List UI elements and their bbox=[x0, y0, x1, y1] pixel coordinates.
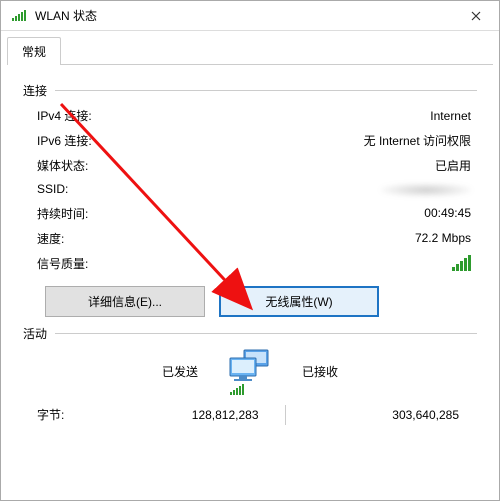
button-row: 详细信息(E)... 无线属性(W) bbox=[45, 286, 477, 317]
group-title-connection: 连接 bbox=[23, 82, 55, 99]
row-bytes: 字节: 128,812,283 303,640,285 bbox=[37, 405, 463, 425]
label-ipv4: IPv4 连接: bbox=[37, 107, 157, 124]
divider bbox=[55, 333, 477, 334]
row-media: 媒体状态: 已启用 bbox=[37, 157, 477, 174]
signal-icon bbox=[7, 10, 31, 21]
tabstrip: 常规 bbox=[7, 35, 493, 65]
label-duration: 持续时间: bbox=[37, 205, 157, 222]
value-signal bbox=[157, 255, 477, 271]
value-ipv6: 无 Internet 访问权限 bbox=[157, 132, 477, 149]
wlan-status-window: WLAN 状态 常规 连接 IPv4 连接: Internet IPv6 连接:… bbox=[0, 0, 500, 501]
value-media: 已启用 bbox=[157, 157, 477, 174]
row-speed: 速度: 72.2 Mbps bbox=[37, 230, 477, 247]
label-media: 媒体状态: bbox=[37, 157, 157, 174]
group-connection: 连接 IPv4 连接: Internet IPv6 连接: 无 Internet… bbox=[23, 82, 477, 317]
value-duration: 00:49:45 bbox=[157, 206, 477, 220]
label-ssid: SSID: bbox=[37, 182, 157, 196]
label-bytes: 字节: bbox=[37, 406, 107, 423]
details-button[interactable]: 详细信息(E)... bbox=[45, 286, 205, 317]
activity-header: 已发送 已接收 bbox=[37, 348, 463, 395]
row-duration: 持续时间: 00:49:45 bbox=[37, 205, 477, 222]
value-bytes-recv: 303,640,285 bbox=[286, 408, 464, 422]
content-area: 连接 IPv4 连接: Internet IPv6 连接: 无 Internet… bbox=[1, 64, 499, 500]
row-ipv6: IPv6 连接: 无 Internet 访问权限 bbox=[37, 132, 477, 149]
ssid-blur bbox=[381, 183, 471, 197]
value-ssid bbox=[157, 182, 477, 197]
row-signal: 信号质量: bbox=[37, 255, 477, 272]
divider bbox=[55, 90, 477, 91]
group-title-activity: 活动 bbox=[23, 325, 55, 342]
row-ipv4: IPv4 连接: Internet bbox=[37, 107, 477, 124]
row-ssid: SSID: bbox=[37, 182, 477, 197]
label-signal: 信号质量: bbox=[37, 255, 157, 272]
network-icon bbox=[218, 348, 282, 395]
signal-bars-icon bbox=[452, 255, 471, 271]
close-button[interactable] bbox=[453, 1, 499, 30]
value-ipv4: Internet bbox=[157, 109, 477, 123]
label-speed: 速度: bbox=[37, 230, 157, 247]
close-icon bbox=[471, 11, 481, 21]
value-bytes-sent: 128,812,283 bbox=[107, 408, 285, 422]
label-received: 已接收 bbox=[282, 363, 463, 380]
titlebar: WLAN 状态 bbox=[1, 1, 499, 31]
label-sent: 已发送 bbox=[37, 363, 218, 380]
signal-bars-icon bbox=[230, 384, 244, 395]
label-ipv6: IPv6 连接: bbox=[37, 132, 157, 149]
value-speed: 72.2 Mbps bbox=[157, 231, 477, 245]
group-activity: 活动 已发送 bbox=[23, 325, 477, 425]
wireless-properties-button[interactable]: 无线属性(W) bbox=[219, 286, 379, 317]
tab-general[interactable]: 常规 bbox=[7, 37, 61, 65]
window-title: WLAN 状态 bbox=[31, 7, 453, 24]
